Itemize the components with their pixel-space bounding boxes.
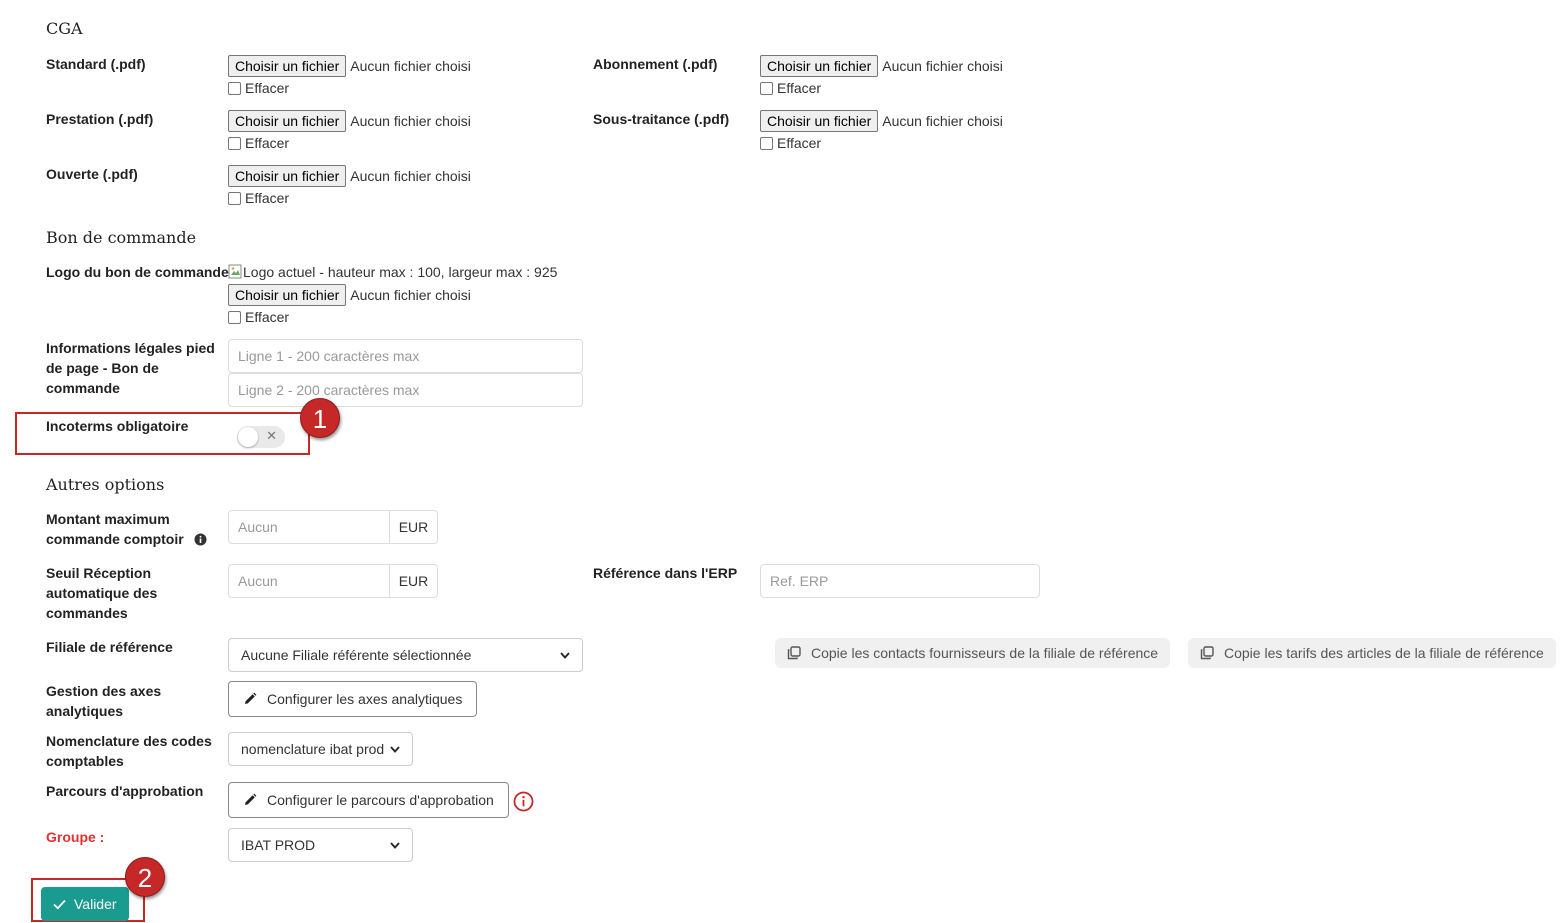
label-sous-traitance: Sous-traitance (.pdf) — [593, 111, 730, 127]
file-status-ouverte: Aucun fichier choisi — [350, 168, 471, 184]
pencil-icon — [245, 793, 257, 805]
broken-image-icon — [228, 264, 242, 279]
annotation-badge-1: 1 — [300, 398, 340, 438]
file-button-standard[interactable]: Choisir un fichier — [228, 55, 347, 77]
clear-label-abonnement: Effacer — [777, 80, 822, 96]
file-widget-logo: Choisir un fichier Aucun fichier choisi E… — [228, 284, 471, 327]
file-button-abonnement[interactable]: Choisir un fichier — [760, 55, 879, 77]
file-status-sous-traitance: Aucun fichier choisi — [882, 113, 1003, 129]
nomenclature-selected-value: nomenclature ibat prod — [241, 741, 385, 757]
file-status-logo: Aucun fichier choisi — [350, 287, 471, 303]
file-widget-ouverte: Choisir un fichier Aucun fichier choisi E… — [228, 165, 471, 208]
alert-circle-icon[interactable] — [513, 791, 534, 812]
annotation-badge-2: 2 — [125, 857, 165, 897]
check-icon — [53, 899, 66, 909]
configure-axes-label: Configurer les axes analytiques — [267, 691, 463, 707]
groupe-select[interactable]: IBAT PROD — [228, 828, 413, 862]
file-button-prestation[interactable]: Choisir un fichier — [228, 110, 347, 132]
copy-icon — [787, 646, 801, 660]
montant-max-input[interactable]: Aucun — [228, 510, 390, 544]
clear-checkbox-sous-traitance[interactable] — [760, 136, 773, 150]
label-legal-info: Informations légales pied de page - Bon … — [46, 340, 215, 396]
file-button-sous-traitance[interactable]: Choisir un fichier — [760, 110, 879, 132]
file-status-prestation: Aucun fichier choisi — [350, 113, 471, 129]
label-standard: Standard (.pdf) — [46, 56, 146, 72]
clear-checkbox-prestation[interactable] — [228, 136, 241, 150]
clear-checkbox-logo[interactable] — [228, 310, 241, 324]
label-abonnement: Abonnement (.pdf) — [593, 56, 718, 72]
label-groupe: Groupe : — [46, 829, 105, 845]
label-montant-max: Montant maximum commande comptoir — [46, 509, 218, 549]
file-widget-standard: Choisir un fichier Aucun fichier choisi E… — [228, 55, 471, 98]
file-widget-sous-traitance: Choisir un fichier Aucun fichier choisi E… — [760, 110, 1003, 153]
legal-line2-input[interactable]: Ligne 2 - 200 caractères max — [228, 373, 583, 407]
section-title-bon-de-commande: Bon de commande — [46, 228, 197, 247]
label-filiale-reference: Filiale de référence — [46, 639, 173, 655]
ref-erp-input[interactable]: Ref. ERP — [760, 564, 1040, 598]
seuil-reception-input[interactable]: Aucun — [228, 564, 390, 598]
configure-axes-button[interactable]: Configurer les axes analytiques — [228, 681, 478, 717]
clear-checkbox-abonnement[interactable] — [760, 81, 773, 95]
filiale-selected-value: Aucune Filiale référente sélectionnée — [241, 647, 472, 663]
currency-addon-seuil: EUR — [390, 564, 438, 598]
file-button-ouverte[interactable]: Choisir un fichier — [228, 165, 347, 187]
chevron-down-icon — [560, 651, 570, 659]
clear-checkbox-ouverte[interactable] — [228, 191, 241, 205]
copy-tarifs-button[interactable]: Copie les tarifs des articles de la fili… — [1188, 638, 1556, 668]
filiale-reference-select[interactable]: Aucune Filiale référente sélectionnée — [228, 638, 583, 672]
label-ouverte: Ouverte (.pdf) — [46, 166, 138, 182]
logo-preview: Logo actuel - hauteur max : 100, largeur… — [228, 264, 557, 280]
clear-label-ouverte: Effacer — [245, 190, 290, 206]
chevron-down-icon — [390, 841, 400, 849]
clear-checkbox-standard[interactable] — [228, 81, 241, 95]
currency-addon-montant: EUR — [390, 510, 438, 544]
pencil-icon — [245, 692, 257, 704]
submit-label: Valider — [74, 896, 117, 912]
configure-parcours-button[interactable]: Configurer le parcours d'approbation — [228, 782, 509, 818]
file-widget-abonnement: Choisir un fichier Aucun fichier choisi E… — [760, 55, 1003, 98]
file-widget-prestation: Choisir un fichier Aucun fichier choisi E… — [228, 110, 471, 153]
clear-label-prestation: Effacer — [245, 135, 290, 151]
label-seuil-reception: Seuil Réception automatique des commande… — [46, 565, 158, 621]
groupe-selected-value: IBAT PROD — [241, 837, 316, 853]
info-icon[interactable] — [194, 533, 207, 546]
submit-button[interactable]: Valider — [41, 887, 129, 921]
file-status-abonnement: Aucun fichier choisi — [882, 58, 1003, 74]
logo-alt-text: Logo actuel - hauteur max : 100, largeur… — [243, 264, 558, 280]
copy-icon — [1200, 646, 1214, 660]
label-parcours-approbation: Parcours d'approbation — [46, 783, 204, 799]
label-axes-analytiques: Gestion des axes analytiques — [46, 683, 162, 719]
chevron-down-icon — [390, 745, 400, 753]
section-title-cga: CGA — [46, 19, 83, 38]
label-ref-erp: Référence dans l'ERP — [593, 565, 738, 581]
nomenclature-select[interactable]: nomenclature ibat prod — [228, 732, 413, 766]
label-montant-max-text: Montant maximum commande comptoir — [46, 511, 184, 547]
copy-tarifs-label: Copie les tarifs des articles de la fili… — [1224, 645, 1544, 661]
section-title-autres-options: Autres options — [46, 475, 165, 494]
clear-label-standard: Effacer — [245, 80, 290, 96]
clear-label-logo: Effacer — [245, 309, 290, 325]
label-prestation: Prestation (.pdf) — [46, 111, 154, 127]
copy-contacts-button[interactable]: Copie les contacts fournisseurs de la fi… — [775, 638, 1171, 668]
label-logo-bon-commande: Logo du bon de commande — [46, 264, 229, 280]
file-status-standard: Aucun fichier choisi — [350, 58, 471, 74]
annotation-box-1 — [15, 412, 310, 455]
clear-label-sous-traitance: Effacer — [777, 135, 822, 151]
configure-parcours-label: Configurer le parcours d'approbation — [267, 792, 494, 808]
label-nomenclature: Nomenclature des codes comptables — [46, 733, 212, 769]
copy-contacts-label: Copie les contacts fournisseurs de la fi… — [811, 645, 1159, 661]
file-button-logo[interactable]: Choisir un fichier — [228, 284, 347, 306]
legal-line1-input[interactable]: Ligne 1 - 200 caractères max — [228, 339, 583, 373]
